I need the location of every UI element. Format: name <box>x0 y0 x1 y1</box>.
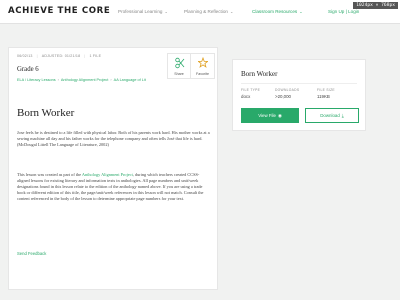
breadcrumb-separator: › <box>57 78 59 82</box>
divider <box>241 83 357 84</box>
file-size-label: FILE SIZE <box>317 88 335 92</box>
summary-paragraph: Jose feels he is destined to a life fill… <box>17 130 210 147</box>
adjusted-date: ADJUSTED: 01/21/18 <box>41 54 81 58</box>
file-sidebar: Born Worker FILE TYPE docx DOWNLOADS >20… <box>232 59 366 131</box>
eye-icon: ◉ <box>277 113 282 118</box>
downloads-column: DOWNLOADS >20,000 <box>275 88 299 99</box>
file-size-value: 119KB <box>317 94 330 99</box>
downloads-value: >20,000 <box>275 94 291 99</box>
page-title: Born Worker <box>17 107 75 119</box>
chevron-down-icon: ⌄ <box>229 9 234 14</box>
nav-planning-reflection[interactable]: Planning & Reflection ⌄ <box>184 9 233 14</box>
note-text: This lesson was created as part of the <box>17 172 82 177</box>
site-logo[interactable]: ACHIEVE THE CORE <box>8 6 110 16</box>
breadcrumb-item[interactable]: ELA / Literacy Lessons <box>17 78 56 82</box>
favorite-button[interactable]: Favorite <box>191 53 215 79</box>
download-label: Download <box>320 113 340 118</box>
downloads-label: DOWNLOADS <box>275 88 300 92</box>
posted-date: 06/02/13 <box>17 54 33 58</box>
chevron-down-icon: ⌄ <box>299 9 303 14</box>
breadcrumb-item[interactable]: Anthology Alignment Project <box>61 78 109 82</box>
nav-classroom-resources[interactable]: Classroom Resources ⌄ <box>252 9 303 14</box>
file-title: Born Worker <box>241 70 278 78</box>
star-icon <box>198 57 208 68</box>
top-bar: ACHIEVE THE CORE Professional Learning ⌄ … <box>0 0 400 24</box>
meta-separator: | <box>36 54 38 58</box>
auth-links[interactable]: Sign Up | Login <box>328 9 359 14</box>
nav-label: Planning & Reflection <box>184 9 228 14</box>
view-file-button[interactable]: View File ◉ <box>241 108 299 123</box>
chevron-down-icon: ⌄ <box>164 9 168 14</box>
breadcrumb-item[interactable]: AA Language of Lit <box>114 78 146 82</box>
nav-label: Professional Learning <box>118 9 163 14</box>
meta-separator: | <box>84 54 86 58</box>
file-count: 1 FILE <box>89 54 102 58</box>
share-button[interactable]: Share <box>167 53 191 79</box>
breadcrumb-separator: › <box>110 78 112 82</box>
file-size-column: FILE SIZE 119KB <box>317 88 335 99</box>
breadcrumb: ELA / Literacy Lessons › Anthology Alignme… <box>17 78 165 83</box>
nav-label: Classroom Resources <box>252 9 298 14</box>
file-type-column: FILE TYPE docx <box>241 88 260 99</box>
viewport-size-badge: 1024px × 768px <box>353 2 398 9</box>
nav-professional-learning[interactable]: Professional Learning ⌄ <box>118 9 168 14</box>
share-icon <box>175 57 185 69</box>
resource-card: 06/02/13 | ADJUSTED: 01/21/18 | 1 FILE Grade… <box>8 47 218 290</box>
resource-actions: Share Favorite <box>167 53 215 79</box>
favorite-label: Favorite <box>196 72 209 76</box>
share-label: Share <box>174 72 184 76</box>
lesson-note-paragraph: This lesson was created as part of the A… <box>17 172 211 202</box>
file-type-value: docx <box>241 94 251 99</box>
download-button[interactable]: Download ⤓ <box>305 108 359 123</box>
grade-label: Grade 6 <box>17 66 39 73</box>
anthology-project-link[interactable]: Anthology Alignment Project <box>82 172 133 177</box>
file-type-label: FILE TYPE <box>241 88 261 92</box>
view-file-label: View File <box>258 113 276 118</box>
send-feedback-link[interactable]: Send Feedback <box>17 251 46 256</box>
download-icon: ⤓ <box>341 113 344 118</box>
resource-meta: 06/02/13 | ADJUSTED: 01/21/18 | 1 FILE <box>17 54 105 58</box>
